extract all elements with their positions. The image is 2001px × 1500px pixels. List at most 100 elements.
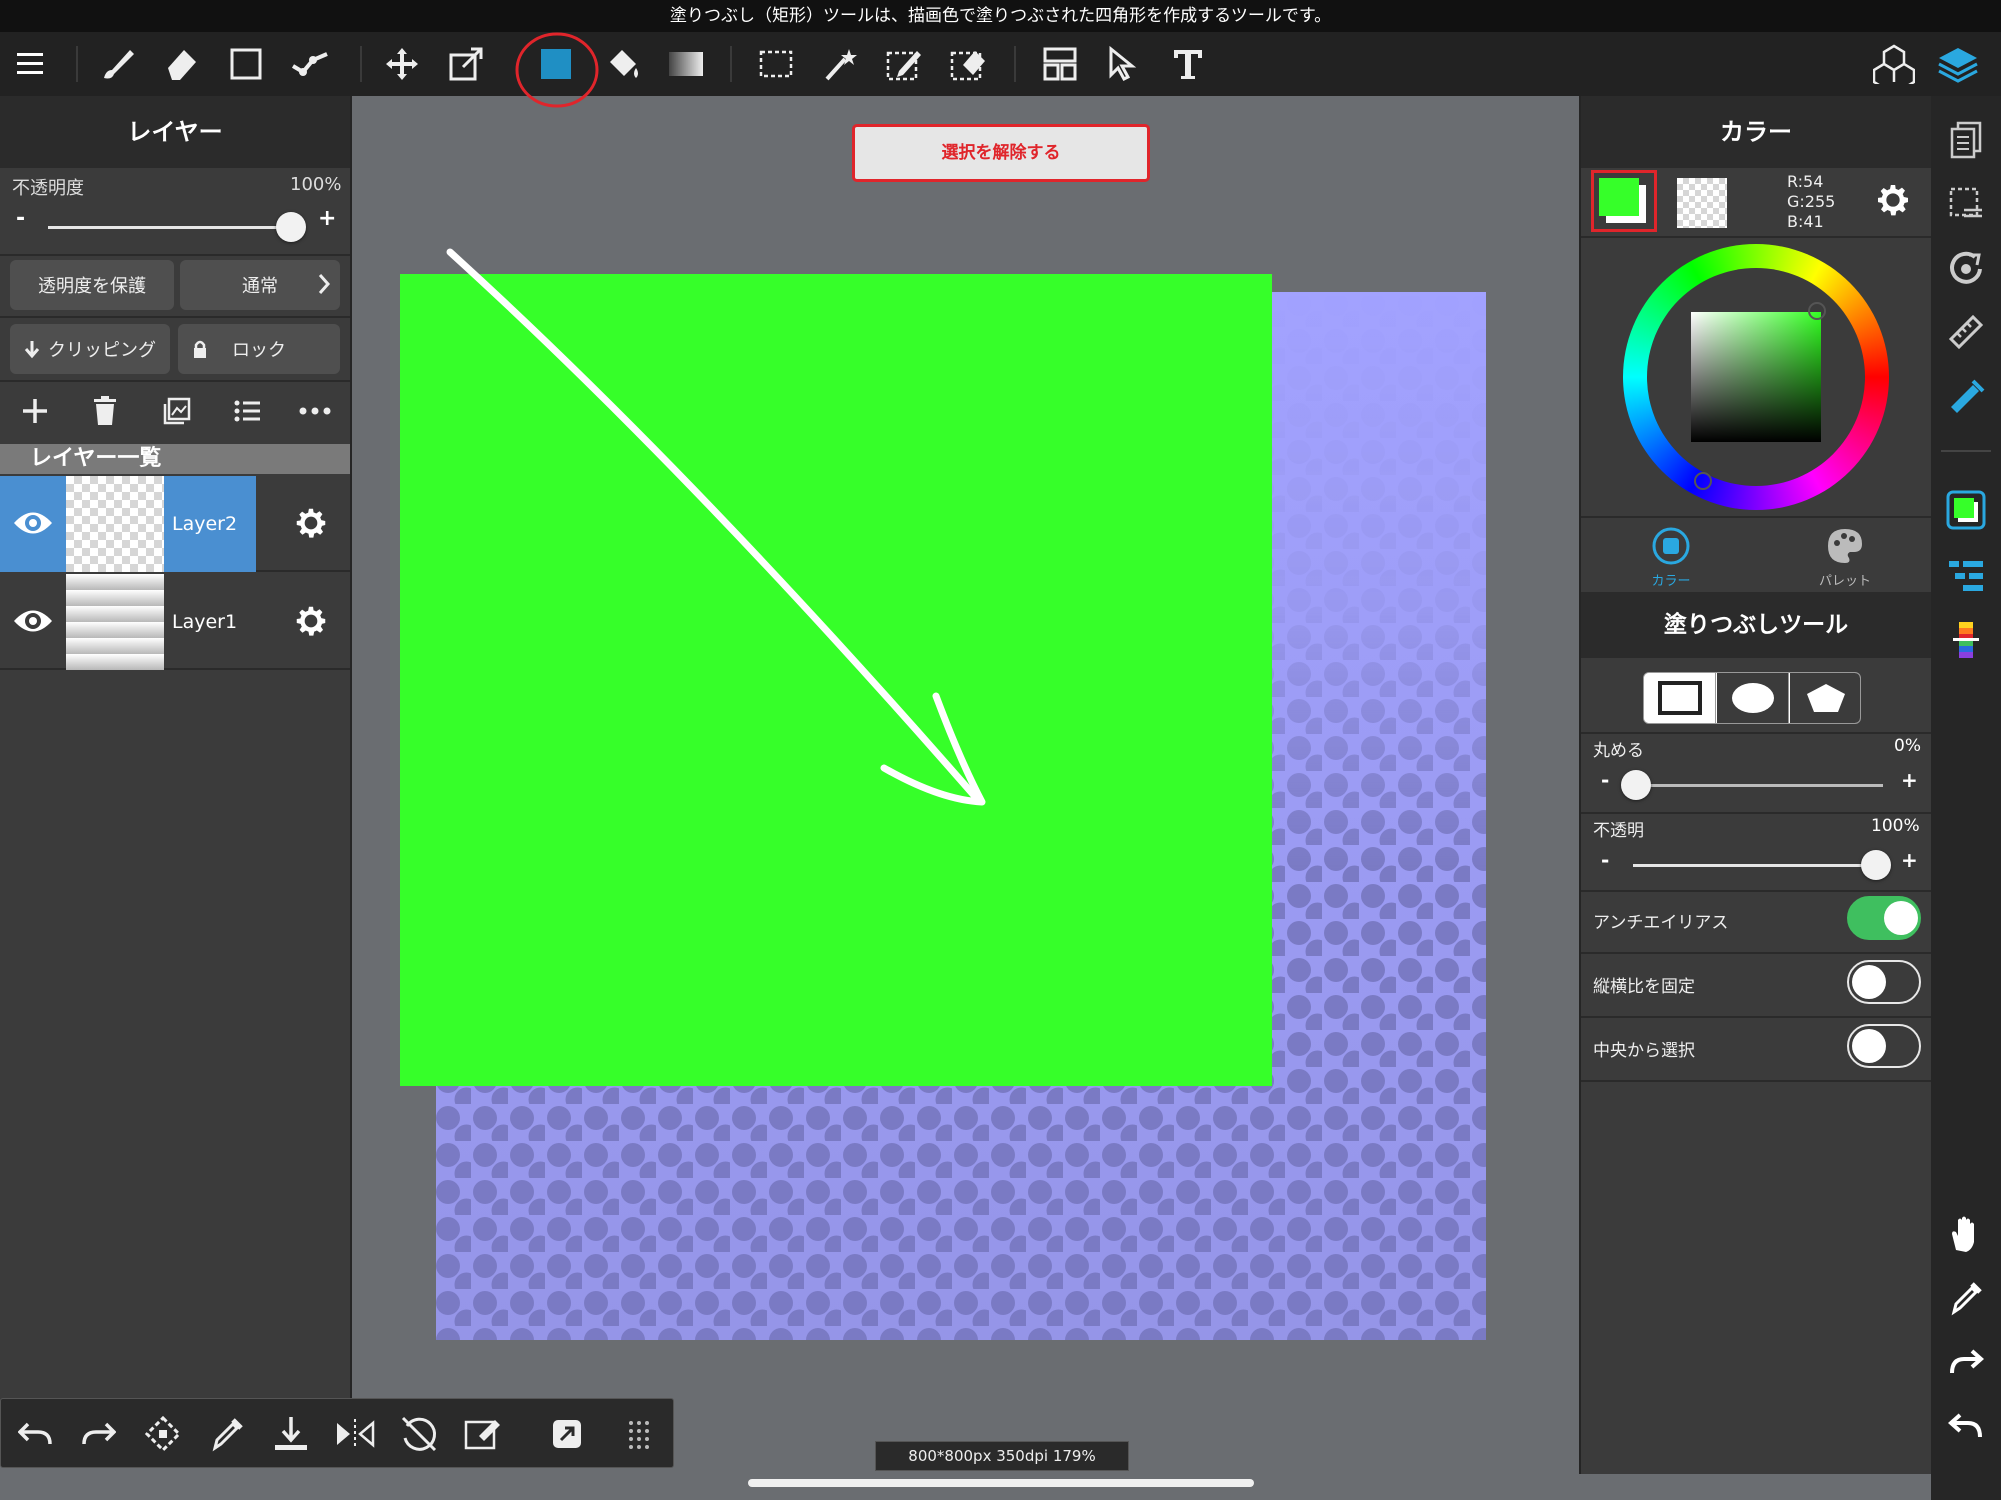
round-minus-button[interactable]: - bbox=[1601, 768, 1609, 792]
layer-row-layer1[interactable]: Layer1 bbox=[0, 574, 350, 670]
opacity-plus-button[interactable]: + bbox=[1901, 848, 1918, 872]
blend-mode-button[interactable]: 通常 bbox=[180, 260, 340, 310]
fill-opacity-slider[interactable] bbox=[1633, 864, 1883, 867]
pages-icon[interactable] bbox=[1942, 116, 1990, 164]
layer-opacity-label: 不透明度 bbox=[12, 178, 84, 199]
text-icon[interactable] bbox=[1164, 40, 1212, 88]
fix-ratio-label: 縦横比を固定 bbox=[1593, 977, 1695, 997]
palette-tab-icon[interactable] bbox=[1825, 526, 1865, 566]
gear-icon[interactable] bbox=[292, 504, 330, 542]
rectangle-shape-option[interactable] bbox=[1644, 673, 1716, 723]
top-toolbar bbox=[0, 32, 2001, 108]
protect-alpha-button[interactable]: 透明度を保護 bbox=[10, 260, 174, 310]
layer-name: Layer1 bbox=[172, 611, 238, 633]
eraser-icon[interactable] bbox=[158, 40, 206, 88]
home-indicator bbox=[748, 1479, 1254, 1487]
deselect-button[interactable]: 選択を解除する bbox=[852, 124, 1150, 182]
opacity-minus-button[interactable]: - bbox=[1601, 848, 1609, 872]
rotate-canvas-icon[interactable] bbox=[1942, 244, 1990, 292]
flip-icon[interactable] bbox=[331, 1410, 379, 1458]
select-edit-icon[interactable] bbox=[459, 1410, 507, 1458]
protect-alpha-label: 透明度を保護 bbox=[38, 276, 146, 297]
select-eraser-icon[interactable] bbox=[944, 40, 992, 88]
shape-icon[interactable] bbox=[222, 40, 270, 88]
undo-icon[interactable] bbox=[11, 1410, 59, 1458]
round-slider-thumb[interactable] bbox=[1621, 770, 1651, 800]
more-icon[interactable] bbox=[298, 396, 332, 426]
transform-select-icon[interactable] bbox=[139, 1410, 187, 1458]
background-color-swatch[interactable] bbox=[1677, 178, 1727, 228]
menu-icon[interactable] bbox=[8, 40, 56, 88]
fill-opacity-slider-thumb[interactable] bbox=[1861, 850, 1891, 880]
frame-divider-icon[interactable] bbox=[1036, 40, 1084, 88]
active-tool-highlight bbox=[514, 30, 600, 110]
foreground-color-swatch[interactable] bbox=[1591, 170, 1657, 232]
clipping-button[interactable]: クリッピング bbox=[10, 324, 170, 374]
drag-direction-arrow bbox=[440, 240, 1000, 820]
operation-icon[interactable] bbox=[1100, 40, 1148, 88]
ellipse-shape-option[interactable] bbox=[1717, 673, 1789, 723]
3d-material-icon[interactable] bbox=[1870, 40, 1918, 88]
color-panel-title: カラー bbox=[1581, 96, 1931, 168]
bucket-icon[interactable] bbox=[598, 40, 646, 88]
layer-list-icon[interactable] bbox=[232, 396, 262, 426]
ruler-icon[interactable] bbox=[1942, 308, 1990, 356]
transform-icon[interactable] bbox=[442, 40, 490, 88]
add-layer-icon[interactable] bbox=[20, 396, 50, 426]
rotate-reset-icon[interactable] bbox=[395, 1410, 443, 1458]
share-icon[interactable] bbox=[543, 1410, 591, 1458]
hue-picker-handle[interactable] bbox=[1694, 472, 1712, 490]
eyedropper-icon[interactable] bbox=[203, 1410, 251, 1458]
brush-icon[interactable] bbox=[94, 40, 142, 88]
save-download-icon[interactable] bbox=[267, 1410, 315, 1458]
saturation-value-square[interactable] bbox=[1691, 312, 1821, 442]
blend-mode-label: 通常 bbox=[242, 276, 278, 297]
color-history-icon[interactable] bbox=[1942, 616, 1990, 664]
color-tab-icon[interactable] bbox=[1651, 526, 1691, 566]
fill-opacity-value: 100% bbox=[1871, 816, 1920, 836]
layer-properties-icon[interactable] bbox=[1942, 552, 1990, 600]
magic-wand-icon[interactable] bbox=[816, 40, 864, 88]
layer-row-layer2[interactable]: Layer2 bbox=[0, 476, 350, 572]
canvas-info: 800*800px 350dpi 179% bbox=[875, 1441, 1129, 1471]
brush-settings-icon[interactable] bbox=[1942, 372, 1990, 420]
eye-icon[interactable] bbox=[12, 508, 54, 538]
undo-icon[interactable] bbox=[1942, 1402, 1990, 1450]
color-panel: カラー R:54 G:255 B:41 カラー パレット 塗りつぶしツール 丸め… bbox=[1579, 96, 1931, 1474]
selection-icon[interactable] bbox=[1942, 180, 1990, 228]
redo-icon[interactable] bbox=[75, 1410, 123, 1458]
lock-label: ロック bbox=[232, 340, 286, 361]
gradient-icon[interactable] bbox=[662, 40, 710, 88]
color-tab-label: カラー bbox=[1651, 574, 1691, 589]
gear-icon[interactable] bbox=[1873, 180, 1913, 220]
add-image-layer-icon[interactable] bbox=[162, 396, 192, 426]
move-icon[interactable] bbox=[378, 40, 426, 88]
select-rect-icon[interactable] bbox=[752, 40, 800, 88]
gear-icon[interactable] bbox=[292, 602, 330, 640]
layers-icon[interactable] bbox=[1934, 40, 1982, 88]
round-plus-button[interactable]: + bbox=[1901, 768, 1918, 792]
fix-ratio-toggle[interactable] bbox=[1847, 960, 1921, 1004]
grid-handle-icon[interactable] bbox=[615, 1410, 663, 1458]
layer-opacity-slider[interactable] bbox=[48, 226, 292, 229]
hand-icon[interactable] bbox=[1942, 1210, 1990, 1258]
select-pen-icon[interactable] bbox=[880, 40, 928, 88]
sv-picker-handle[interactable] bbox=[1808, 302, 1826, 320]
antialias-toggle[interactable] bbox=[1847, 896, 1921, 940]
lock-button[interactable]: ロック bbox=[178, 324, 340, 374]
layer-opacity-value: 100% bbox=[290, 174, 342, 195]
opacity-minus-button[interactable]: - bbox=[16, 206, 25, 231]
eyedropper-icon[interactable] bbox=[1942, 1274, 1990, 1322]
layer-opacity-thumb[interactable] bbox=[276, 212, 306, 242]
delete-layer-icon[interactable] bbox=[92, 396, 118, 426]
opacity-plus-button[interactable]: + bbox=[318, 206, 336, 231]
round-slider[interactable] bbox=[1633, 784, 1883, 787]
antialias-label: アンチエイリアス bbox=[1593, 913, 1729, 933]
color-panel-icon[interactable] bbox=[1942, 486, 1990, 534]
snap-icon[interactable] bbox=[286, 40, 334, 88]
redo-icon[interactable] bbox=[1942, 1338, 1990, 1386]
polygon-shape-option[interactable] bbox=[1790, 673, 1860, 723]
round-label: 丸める bbox=[1593, 741, 1644, 761]
from-center-toggle[interactable] bbox=[1847, 1024, 1921, 1068]
eye-icon[interactable] bbox=[12, 606, 54, 636]
